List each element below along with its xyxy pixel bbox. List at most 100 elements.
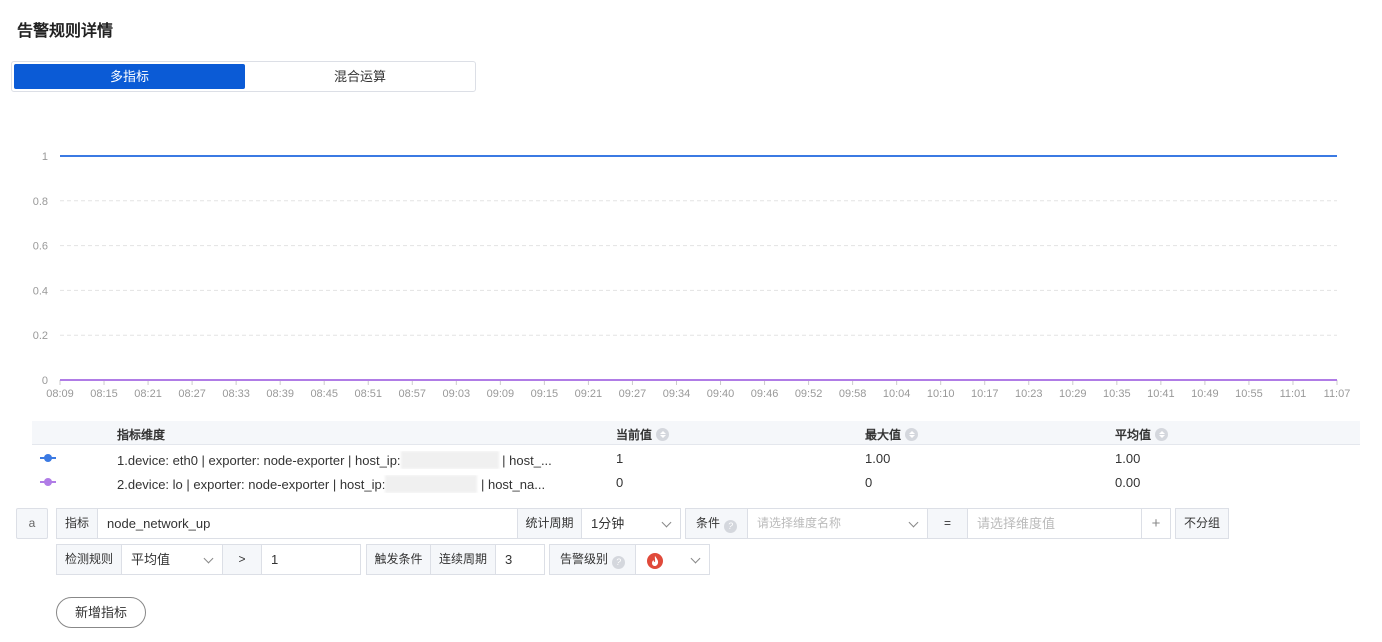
legend-max: 1.00 xyxy=(865,451,891,466)
legend-table-header: 指标维度 当前值 最大值 平均值 xyxy=(32,421,1360,445)
fire-icon xyxy=(647,553,663,569)
condition-label: 条件? xyxy=(685,508,748,539)
sort-icon[interactable] xyxy=(656,428,670,441)
detect-rule-label: 检测规则 xyxy=(56,544,122,575)
dimension-text: 1.device: eth0 | exporter: node-exporter… xyxy=(117,453,401,468)
redacted-host-ip xyxy=(400,451,499,469)
x-tick-label: 08:15 xyxy=(90,388,118,400)
x-tick-label: 11:07 xyxy=(1324,388,1351,400)
header-dimension: 指标维度 xyxy=(117,428,166,442)
legend-avg: 0.00 xyxy=(1115,475,1141,490)
x-tick-label: 09:21 xyxy=(575,388,603,400)
equals-operator: = xyxy=(927,508,968,539)
chevron-down-icon xyxy=(690,553,701,564)
y-tick-label: 0.6 xyxy=(33,241,48,253)
x-tick-label: 08:51 xyxy=(354,388,382,400)
x-tick-label: 10:35 xyxy=(1103,388,1131,400)
dimension-name-select[interactable]: 请选择维度名称 xyxy=(747,508,928,539)
dimension-text: 2.device: lo | exporter: node-exporter |… xyxy=(117,477,386,492)
add-metric-button[interactable]: 新增指标 xyxy=(56,597,146,628)
x-tick-label: 09:46 xyxy=(751,388,779,400)
x-tick-label: 08:45 xyxy=(310,388,338,400)
y-tick-label: 1 xyxy=(42,151,48,163)
legend-current: 1 xyxy=(616,451,624,466)
legend-row[interactable]: 2.device: lo | exporter: node-exporter |… xyxy=(32,470,1360,494)
sort-icon[interactable] xyxy=(905,428,919,441)
x-tick-label: 10:10 xyxy=(927,388,955,400)
header-max-label: 最大值 xyxy=(865,428,902,442)
operator-select[interactable]: > xyxy=(222,544,262,575)
legend-current: 0 xyxy=(616,475,624,490)
consecutive-input[interactable]: 3 xyxy=(495,544,545,575)
threshold-input[interactable]: 1 xyxy=(261,544,361,575)
x-tick-label: 08:27 xyxy=(178,388,206,400)
alert-level-select[interactable] xyxy=(635,544,710,575)
legend-dimension: 2.device: lo | exporter: node-exporter |… xyxy=(117,475,577,493)
x-tick-label: 10:29 xyxy=(1059,388,1087,400)
x-tick-label: 10:17 xyxy=(971,388,999,400)
x-tick-label: 09:03 xyxy=(443,388,471,400)
x-tick-label: 10:04 xyxy=(883,388,911,400)
x-tick-label: 08:33 xyxy=(222,388,250,400)
sort-icon[interactable] xyxy=(1155,428,1169,441)
redacted-host-ip xyxy=(385,475,478,493)
add-condition-button[interactable]: + xyxy=(1141,508,1171,539)
metric-label: 指标 xyxy=(56,508,98,539)
legend-dimension: 1.device: eth0 | exporter: node-exporter… xyxy=(117,451,577,469)
metric-chart: 0 0.2 0.4 0.6 0.8 1 08:09 08:15 08:21 08:27 08:33 0… xyxy=(33,151,1351,400)
header-avg-label: 平均值 xyxy=(1115,428,1152,442)
x-tick-label: 10:23 xyxy=(1015,388,1043,400)
x-tick-label: 10:49 xyxy=(1191,388,1219,400)
x-tick-label: 10:41 xyxy=(1147,388,1175,400)
dimension-suffix: | host_... xyxy=(502,453,552,468)
alert-level-label: 告警级别? xyxy=(549,544,636,575)
legend-max: 0 xyxy=(865,475,873,490)
header-max[interactable]: 最大值 xyxy=(865,426,919,443)
consecutive-label: 连续周期 xyxy=(430,544,496,575)
period-label: 统计周期 xyxy=(517,508,582,539)
dimension-value-input[interactable]: 请选择维度值 xyxy=(967,508,1142,539)
method-select[interactable]: 平均值 xyxy=(121,544,223,575)
tab-mixed-operation[interactable]: 混合运算 xyxy=(247,64,473,89)
legend-table: 指标维度 当前值 最大值 平均值 1.device: eth0 | export… xyxy=(32,421,1360,496)
x-tick-label: 09:27 xyxy=(619,388,647,400)
header-current-label: 当前值 xyxy=(616,428,653,442)
method-value: 平均值 xyxy=(131,552,171,567)
trigger-label: 触发条件 xyxy=(366,544,431,575)
period-value: 1分钟 xyxy=(591,516,625,531)
x-tick-label: 08:39 xyxy=(266,388,294,400)
header-current[interactable]: 当前值 xyxy=(616,426,670,443)
group-by-button[interactable]: 不分组 xyxy=(1175,508,1229,539)
x-tick-label: 08:21 xyxy=(134,388,162,400)
condition-text: 条件 xyxy=(695,516,720,530)
dimension-name-placeholder: 请选择维度名称 xyxy=(757,516,842,530)
help-icon[interactable]: ? xyxy=(612,556,625,569)
x-tick-label: 09:09 xyxy=(487,388,515,400)
tab-multi-metric[interactable]: 多指标 xyxy=(14,64,245,89)
header-avg[interactable]: 平均值 xyxy=(1115,426,1169,443)
chevron-down-icon xyxy=(661,517,672,528)
x-tick-label: 09:15 xyxy=(531,388,559,400)
y-tick-label: 0 xyxy=(42,375,48,387)
x-tick-label: 09:58 xyxy=(839,388,867,400)
metric-alias: a xyxy=(16,508,48,539)
chevron-down-icon xyxy=(908,517,919,528)
y-tick-label: 0.8 xyxy=(33,196,48,208)
period-select[interactable]: 1分钟 xyxy=(581,508,681,539)
alert-level-text: 告警级别 xyxy=(559,552,608,566)
x-tick-label: 11:01 xyxy=(1280,388,1307,400)
x-tick-label: 10:55 xyxy=(1235,388,1263,400)
x-tick-label: 09:40 xyxy=(707,388,735,400)
metric-input[interactable]: node_network_up xyxy=(97,508,518,539)
series-line-icon xyxy=(40,478,56,486)
y-tick-label: 0.4 xyxy=(33,285,48,297)
help-icon[interactable]: ? xyxy=(724,520,737,533)
x-tick-label: 08:09 xyxy=(46,388,74,400)
legend-avg: 1.00 xyxy=(1115,451,1141,466)
dimension-suffix: | host_na... xyxy=(480,477,546,492)
legend-row[interactable]: 1.device: eth0 | exporter: node-exporter… xyxy=(32,446,1360,470)
y-tick-label: 0.2 xyxy=(33,330,48,342)
mode-tabs: 多指标 混合运算 xyxy=(11,61,476,92)
x-tick-label: 09:52 xyxy=(795,388,823,400)
x-tick-label: 08:57 xyxy=(399,388,427,400)
